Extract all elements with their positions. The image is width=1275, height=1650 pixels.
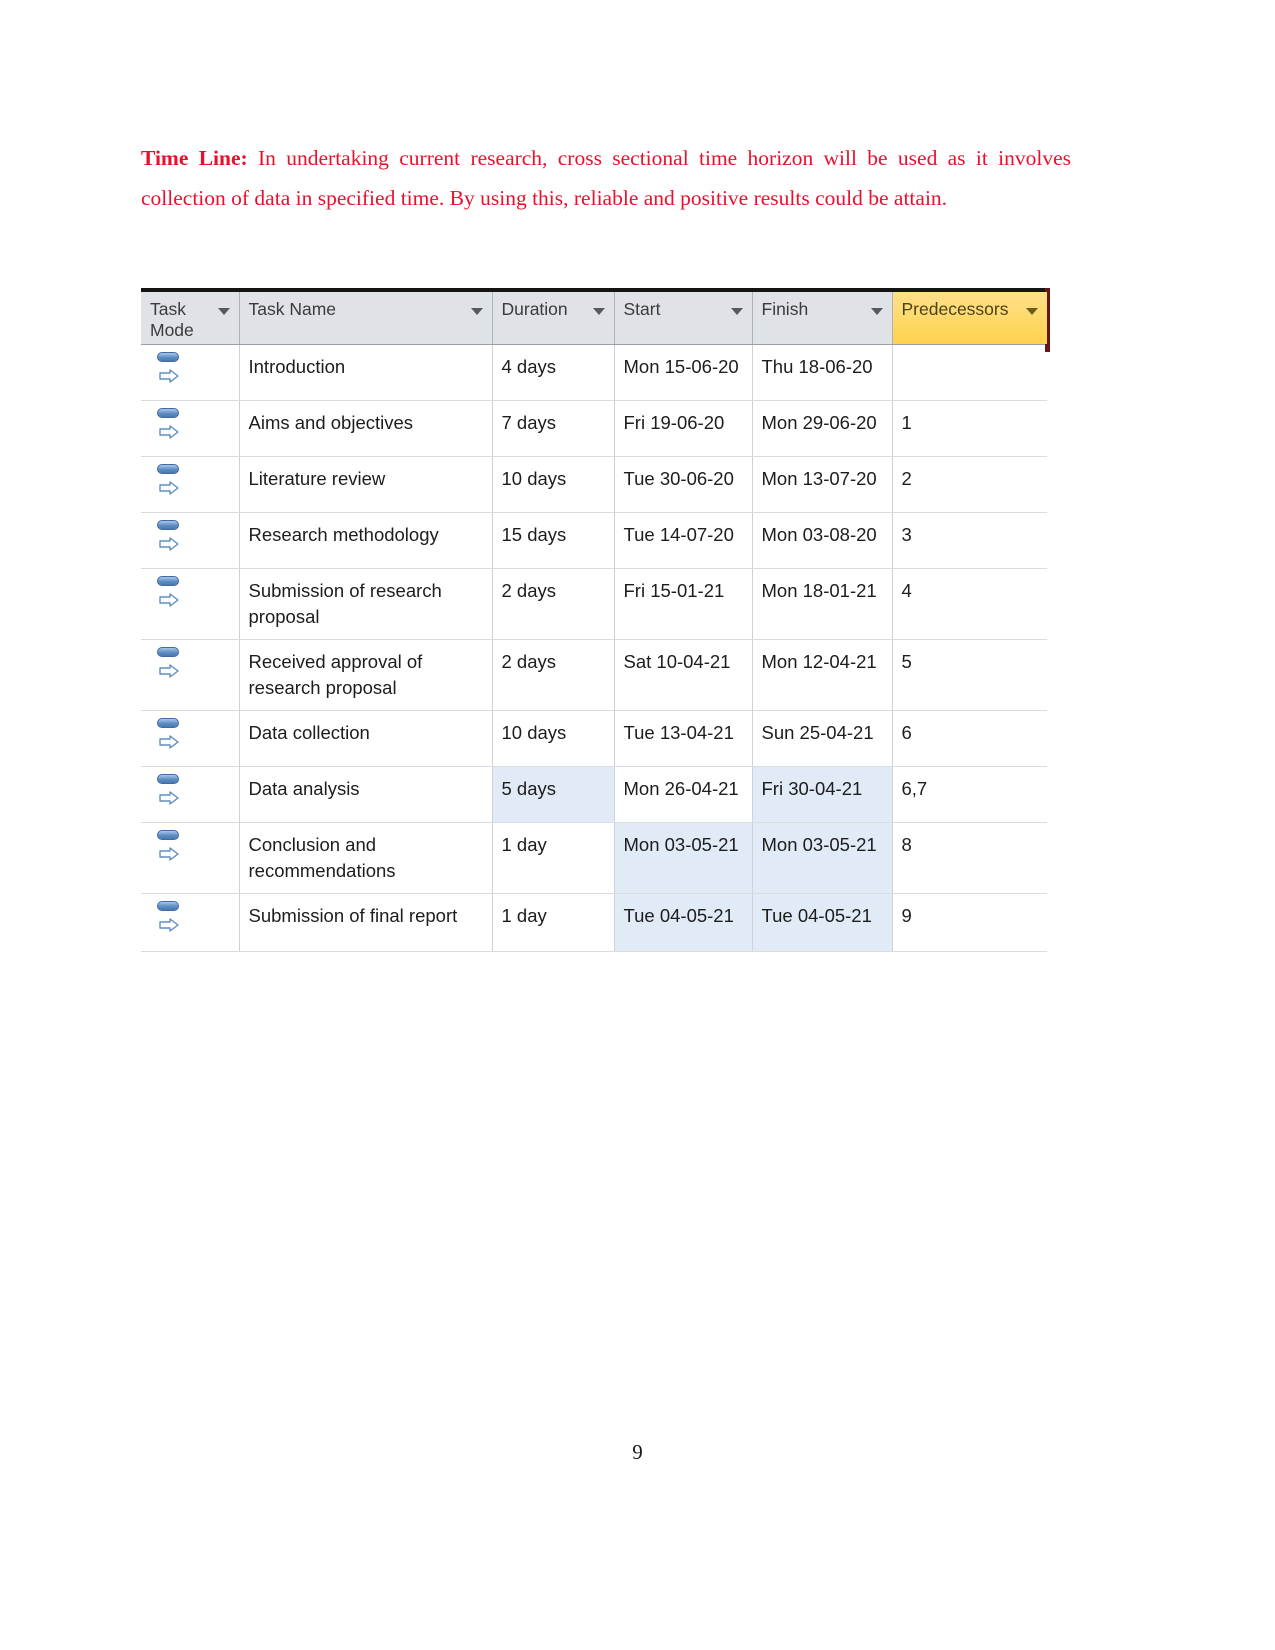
duration-cell[interactable]: 7 days: [492, 400, 615, 457]
column-header-task-name[interactable]: Task Name: [239, 292, 493, 345]
finish-cell[interactable]: Thu 18-06-20: [752, 344, 893, 401]
column-header-duration[interactable]: Duration: [492, 292, 615, 345]
duration-cell[interactable]: 1 day: [492, 822, 615, 894]
task-name-cell[interactable]: Received approval of research proposal: [239, 639, 493, 711]
table-row[interactable]: Research methodology 15 days Tue 14-07-20 M…: [141, 512, 1047, 569]
predecessors-cell[interactable]: 3: [892, 512, 1047, 569]
duration-cell[interactable]: 5 days: [492, 766, 615, 823]
task-mode-cell[interactable]: [141, 766, 240, 823]
finish-cell[interactable]: Mon 18-01-21: [752, 568, 893, 640]
task-mode-cell[interactable]: [141, 400, 240, 457]
document-page: Time Line: In undertaking current resear…: [0, 0, 1275, 1650]
start-cell[interactable]: Mon 03-05-21: [614, 822, 753, 894]
task-name-cell[interactable]: Research methodology: [239, 512, 493, 569]
predecessors-cell[interactable]: 8: [892, 822, 1047, 894]
duration-cell[interactable]: 10 days: [492, 456, 615, 513]
chevron-down-icon[interactable]: [1026, 308, 1038, 315]
column-header-start[interactable]: Start: [614, 292, 753, 345]
finish-cell[interactable]: Mon 13-07-20: [752, 456, 893, 513]
finish-cell[interactable]: Sun 25-04-21: [752, 710, 893, 767]
start-cell[interactable]: Tue 13-04-21: [614, 710, 753, 767]
duration-cell[interactable]: 1 day: [492, 893, 615, 952]
column-header-finish[interactable]: Finish: [752, 292, 893, 345]
task-mode-cell[interactable]: [141, 344, 240, 401]
grid-body: Introduction 4 days Mon 15-06-20 Thu 18-06-…: [141, 344, 1047, 952]
timeline-paragraph-block: Time Line: In undertaking current resear…: [141, 138, 1071, 218]
start-cell[interactable]: Mon 26-04-21: [614, 766, 753, 823]
schedule-grid: Task Mode Task Name Duration Start Finis…: [141, 292, 1047, 952]
predecessors-cell[interactable]: [892, 344, 1047, 401]
column-header-task-name-label: Task Name: [248, 299, 337, 319]
task-mode-cell[interactable]: [141, 456, 240, 513]
table-row[interactable]: Data analysis 5 days Mon 26-04-21 Fri 30-04…: [141, 766, 1047, 823]
table-row[interactable]: Aims and objectives 7 days Fri 19-06-20 Mon…: [141, 400, 1047, 457]
task-mode-cell[interactable]: [141, 568, 240, 640]
task-mode-cell[interactable]: [141, 822, 240, 894]
column-header-task-mode-label: Task Mode: [150, 299, 194, 340]
column-header-predecessors-label: Predecessors: [901, 299, 1009, 319]
column-header-start-label: Start: [623, 299, 661, 319]
table-row[interactable]: Data collection 10 days Tue 13-04-21 Sun 25…: [141, 710, 1047, 767]
task-mode-cell[interactable]: [141, 512, 240, 569]
start-cell[interactable]: Tue 30-06-20: [614, 456, 753, 513]
chevron-down-icon[interactable]: [470, 308, 483, 315]
duration-cell[interactable]: 10 days: [492, 710, 615, 767]
task-mode-cell[interactable]: [141, 893, 240, 952]
page-number: 9: [632, 1440, 643, 1464]
timeline-heading: Time Line:: [141, 146, 248, 170]
chevron-down-icon[interactable]: [730, 308, 743, 315]
predecessors-cell[interactable]: 4: [892, 568, 1047, 640]
task-mode-cell[interactable]: [141, 639, 240, 711]
start-cell[interactable]: Tue 14-07-20: [614, 512, 753, 569]
start-cell[interactable]: Tue 04-05-21: [614, 893, 753, 952]
finish-cell[interactable]: Tue 04-05-21: [752, 893, 893, 952]
duration-cell[interactable]: 15 days: [492, 512, 615, 569]
finish-cell[interactable]: Mon 29-06-20: [752, 400, 893, 457]
table-row[interactable]: Received approval of research proposal 2 …: [141, 639, 1047, 711]
task-name-cell[interactable]: Submission of research proposal: [239, 568, 493, 640]
table-row[interactable]: Submission of research proposal 2 days Fri…: [141, 568, 1047, 640]
task-name-cell[interactable]: Data analysis: [239, 766, 493, 823]
task-name-cell[interactable]: Conclusion and recommendations: [239, 822, 493, 894]
table-row[interactable]: Conclusion and recommendations 1 day Mon 0…: [141, 822, 1047, 894]
timeline-body-text: In undertaking current research, cross s…: [141, 146, 1071, 210]
start-cell[interactable]: Sat 10-04-21: [614, 639, 753, 711]
start-cell[interactable]: Mon 15-06-20: [614, 344, 753, 401]
finish-cell[interactable]: Mon 12-04-21: [752, 639, 893, 711]
chevron-down-icon[interactable]: [592, 308, 605, 315]
task-name-cell[interactable]: Data collection: [239, 710, 493, 767]
predecessors-cell[interactable]: 6: [892, 710, 1047, 767]
predecessors-cell[interactable]: 2: [892, 456, 1047, 513]
predecessors-cell[interactable]: 5: [892, 639, 1047, 711]
finish-cell[interactable]: Mon 03-05-21: [752, 822, 893, 894]
column-header-task-mode[interactable]: Task Mode: [141, 292, 240, 345]
task-name-cell[interactable]: Submission of final report: [239, 893, 493, 952]
grid-header-row: Task Mode Task Name Duration Start Finis…: [141, 292, 1047, 345]
task-mode-cell[interactable]: [141, 710, 240, 767]
task-name-cell[interactable]: Introduction: [239, 344, 493, 401]
start-cell[interactable]: Fri 19-06-20: [614, 400, 753, 457]
duration-cell[interactable]: 2 days: [492, 568, 615, 640]
table-row[interactable]: Literature review 10 days Tue 30-06-20 Mon …: [141, 456, 1047, 513]
column-header-finish-label: Finish: [761, 299, 809, 319]
column-header-predecessors[interactable]: Predecessors: [892, 292, 1047, 345]
chevron-down-icon[interactable]: [217, 308, 230, 315]
finish-cell[interactable]: Fri 30-04-21: [752, 766, 893, 823]
predecessors-cell[interactable]: 6,7: [892, 766, 1047, 823]
predecessors-cell[interactable]: 9: [892, 893, 1047, 952]
predecessors-cell[interactable]: 1: [892, 400, 1047, 457]
table-row[interactable]: Submission of final report 1 day Tue 04-05…: [141, 893, 1047, 952]
task-name-cell[interactable]: Aims and objectives: [239, 400, 493, 457]
project-schedule-table: Task Mode Task Name Duration Start Finis…: [141, 288, 1050, 952]
duration-cell[interactable]: 2 days: [492, 639, 615, 711]
timeline-paragraph: Time Line: In undertaking current resear…: [141, 138, 1071, 218]
task-name-cell[interactable]: Literature review: [239, 456, 493, 513]
finish-cell[interactable]: Mon 03-08-20: [752, 512, 893, 569]
table-row[interactable]: Introduction 4 days Mon 15-06-20 Thu 18-06-…: [141, 344, 1047, 401]
duration-cell[interactable]: 4 days: [492, 344, 615, 401]
chevron-down-icon[interactable]: [870, 308, 883, 315]
start-cell[interactable]: Fri 15-01-21: [614, 568, 753, 640]
